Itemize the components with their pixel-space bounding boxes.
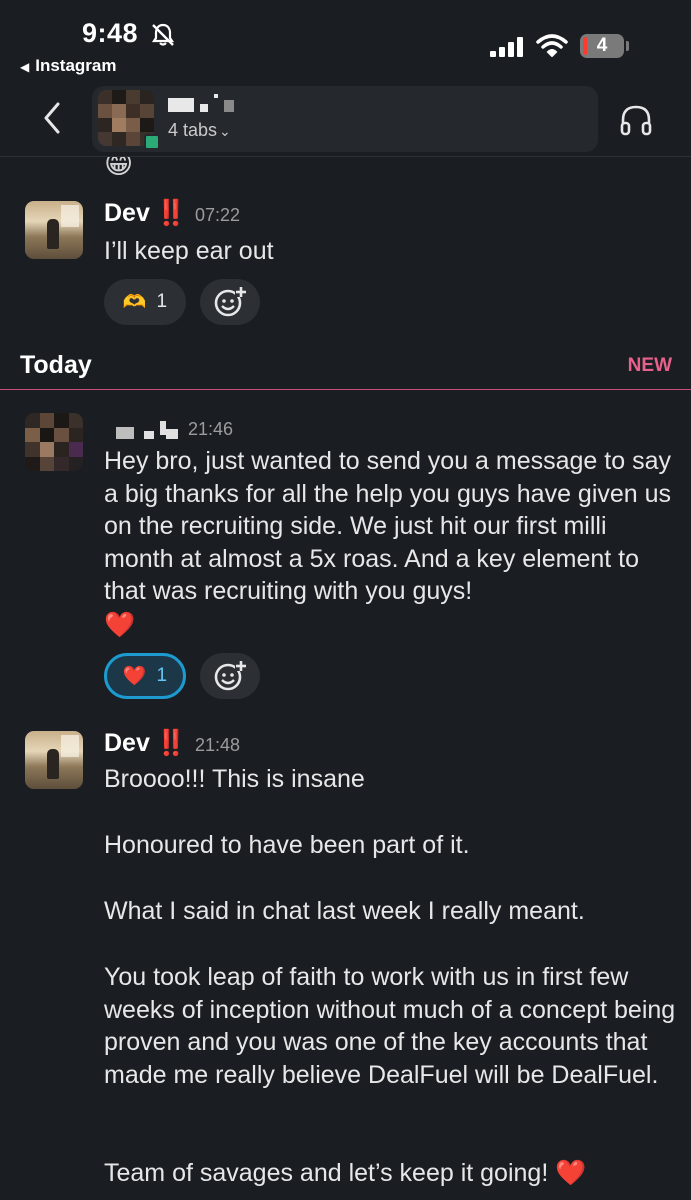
message-paragraph: You took leap of faith to work with us i… <box>104 963 683 1089</box>
back-chevron-icon[interactable] <box>38 98 68 138</box>
signal-icon <box>490 37 526 57</box>
back-triangle-icon: ◀ <box>20 60 30 74</box>
headphones-icon[interactable] <box>618 102 654 138</box>
battery-tip <box>626 41 629 51</box>
presence-indicator <box>144 134 160 150</box>
status-time: 9:48 <box>82 18 139 48</box>
back-app-label: Instagram <box>35 56 117 75</box>
add-reaction-button[interactable] <box>200 279 260 325</box>
reaction-bar: 🫶 1 <box>104 279 260 325</box>
heart-emoji: ❤️ <box>555 1159 587 1187</box>
wifi-icon <box>536 34 568 57</box>
conversation-header: 4 tabs ⌄ <box>0 84 691 157</box>
reaction-bar: ❤️ 1 <box>104 653 260 699</box>
message-paragraph: Broooo!!! This is insane <box>104 765 365 793</box>
reaction-emoji: ❤️ <box>122 666 147 687</box>
redacted-sender-name <box>116 421 186 441</box>
redacted-contact-name <box>168 94 248 112</box>
divider-line <box>0 389 691 390</box>
status-bar: 9:48 ◀ Instagram 4 <box>0 0 691 84</box>
avatar[interactable] <box>25 731 83 789</box>
sender-name[interactable]: Dev <box>104 199 150 227</box>
avatar[interactable] <box>25 201 83 259</box>
conversation-title-pill[interactable]: 4 tabs ⌄ <box>92 86 598 152</box>
back-to-app-link[interactable]: ◀ Instagram <box>20 56 116 76</box>
partial-emoji: 😁 <box>104 157 134 179</box>
message-time: 21:46 <box>188 419 234 439</box>
add-reaction-icon <box>214 661 247 691</box>
message-paragraph: What I said in chat last week I really m… <box>104 897 585 925</box>
message-paragraph: Honoured to have been part of it. <box>104 831 470 859</box>
message-emoji-line: ❤️ <box>104 611 136 639</box>
battery-icon: 4 <box>580 34 624 58</box>
add-reaction-button[interactable] <box>200 653 260 699</box>
message-list: 😁 Dev ‼️ 07:22 I’ll keep ear out 🫶 1 Tod… <box>0 157 691 1200</box>
reaction-pill[interactable]: 🫶 1 <box>104 279 186 325</box>
tabs-label: 4 tabs <box>168 120 218 140</box>
reaction-count: 1 <box>156 665 168 686</box>
reaction-pill-active[interactable]: ❤️ 1 <box>104 653 186 699</box>
sender-name[interactable]: Dev <box>104 729 150 757</box>
flag-emoji: ‼️ <box>155 199 187 227</box>
flag-emoji: ‼️ <box>155 729 187 757</box>
message-text: I’ll keep ear out <box>104 237 274 265</box>
message-last-line: Team of savages and let’s keep it going!… <box>104 1157 679 1190</box>
reaction-emoji: 🫶 <box>122 292 147 313</box>
bell-slash-icon <box>151 23 175 46</box>
message-time: 07:22 <box>195 205 241 225</box>
divider-label: Today <box>20 351 92 379</box>
add-reaction-icon <box>214 287 247 317</box>
chevron-down-icon: ⌄ <box>219 123 231 139</box>
avatar[interactable] <box>25 413 83 471</box>
message-header: Dev ‼️ 21:48 <box>104 729 240 758</box>
message-text: Hey bro, just wanted to send you a messa… <box>104 447 678 605</box>
message-header: Dev ‼️ 07:22 <box>104 199 240 228</box>
reaction-count: 1 <box>156 291 168 312</box>
message-paragraph: Team of savages and let’s keep it going! <box>104 1159 549 1187</box>
tabs-selector[interactable]: 4 tabs ⌄ <box>168 120 231 141</box>
date-divider: Today NEW <box>0 347 691 391</box>
battery-level: 4 <box>596 35 608 56</box>
new-messages-badge: NEW <box>627 355 672 376</box>
message-time: 21:48 <box>195 735 241 755</box>
